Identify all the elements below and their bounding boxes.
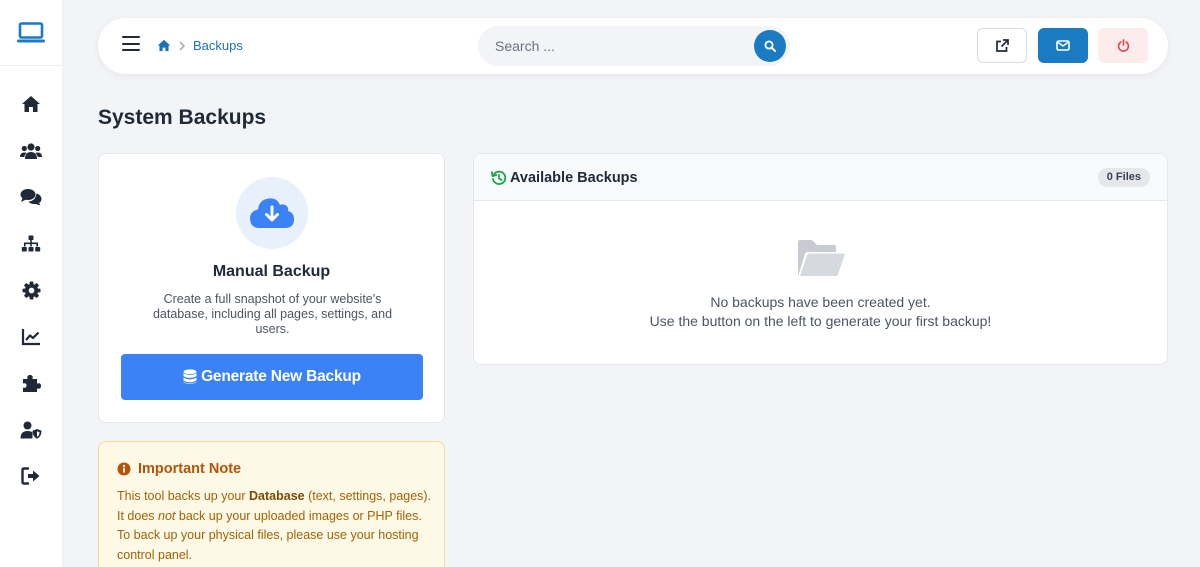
hamburger-icon	[122, 36, 140, 38]
manual-backup-card: Manual Backup Create a full snapshot of …	[98, 153, 445, 423]
file-count-badge: 0 Files	[1097, 168, 1150, 187]
user-shield-icon	[20, 421, 42, 439]
cloud-download-badge	[236, 177, 308, 249]
note-header: Important Note	[117, 461, 241, 477]
comments-icon	[20, 189, 42, 206]
cloud-download-icon	[250, 198, 294, 228]
hamburger-icon-bar	[122, 42, 140, 45]
search-icon	[764, 40, 776, 52]
page-title: System Backups	[98, 106, 267, 129]
available-backups-card: Available Backups 0 Files No backups hav…	[473, 153, 1168, 365]
sidebar-item-logout[interactable]	[11, 456, 51, 496]
breadcrumb-current[interactable]: Backups	[193, 38, 243, 53]
sidebar-item-analytics[interactable]	[11, 317, 51, 357]
note-text-part: This tool backs up your	[117, 489, 250, 503]
envelope-icon	[1056, 40, 1070, 51]
home-icon	[22, 96, 40, 112]
home-icon[interactable]	[157, 39, 171, 52]
puzzle-icon	[23, 375, 41, 392]
sitemap-icon	[21, 235, 41, 251]
chevron-right-icon	[179, 41, 185, 50]
view-site-button[interactable]	[977, 28, 1027, 63]
users-icon	[20, 142, 42, 159]
power-icon	[1117, 39, 1129, 52]
available-backups-title-wrap: Available Backups	[491, 170, 638, 186]
database-icon	[183, 369, 197, 385]
note-title: Important Note	[138, 461, 242, 477]
sidebar-nav	[0, 66, 62, 503]
note-text-not: not	[158, 508, 176, 523]
sidebar-item-home[interactable]	[11, 84, 51, 124]
sidebar-item-sitemap[interactable]	[11, 224, 51, 264]
manual-backup-title: Manual Backup	[212, 263, 331, 280]
sidebar-item-user-roles[interactable]	[11, 410, 51, 450]
chart-line-icon	[21, 328, 40, 345]
search-bar	[478, 26, 790, 66]
available-backups-header: Available Backups 0 Files	[474, 154, 1167, 201]
important-note: Important Note This tool backs up your D…	[98, 441, 445, 567]
hamburger-icon-bar	[122, 49, 140, 51]
folder-open-icon	[798, 240, 845, 276]
laptop-icon	[17, 21, 45, 42]
available-backups-title: Available Backups	[510, 170, 638, 186]
brand-logo[interactable]	[0, 0, 62, 66]
breadcrumb: Backups	[157, 38, 243, 53]
history-icon	[491, 170, 507, 185]
info-circle-icon	[117, 462, 131, 476]
generate-backup-label: Generate New Backup	[201, 368, 361, 385]
generate-backup-button[interactable]: Generate New Backup	[121, 354, 423, 400]
external-link-icon	[996, 38, 1009, 52]
empty-message-line-1: No backups have been created yet.	[710, 294, 931, 310]
search-button[interactable]	[754, 30, 786, 62]
menu-toggle-button[interactable]	[122, 36, 140, 56]
topbar: Backups	[98, 18, 1168, 74]
gear-icon	[21, 280, 41, 300]
note-text: This tool backs up your Database (text, …	[117, 487, 432, 565]
note-text-database: Database	[249, 489, 305, 503]
messages-button[interactable]	[1038, 28, 1088, 63]
sidebar	[0, 0, 63, 567]
search-input[interactable]	[495, 36, 735, 56]
logout-icon	[21, 467, 40, 485]
sidebar-item-settings[interactable]	[11, 270, 51, 310]
empty-message-line-2: Use the button on the left to generate y…	[649, 313, 992, 329]
logout-button[interactable]	[1098, 28, 1148, 63]
sidebar-item-users[interactable]	[11, 131, 51, 171]
manual-backup-description: Create a full snapshot of your website's…	[152, 292, 393, 336]
sidebar-item-comments[interactable]	[11, 177, 51, 217]
sidebar-item-plugins[interactable]	[11, 363, 51, 403]
